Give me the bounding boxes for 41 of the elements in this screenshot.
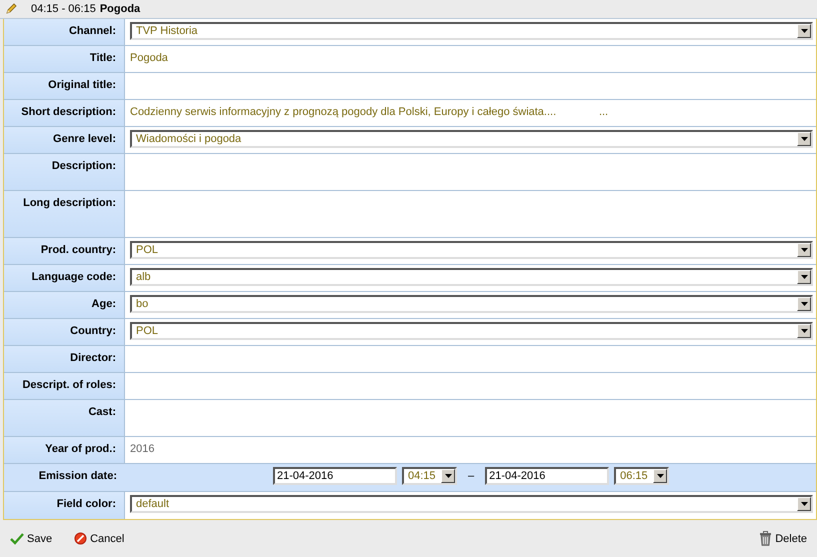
select-field[interactable]: bo bbox=[130, 295, 813, 313]
field-label: Channel: bbox=[68, 25, 116, 37]
field-label: Cast: bbox=[88, 406, 116, 418]
field-label: Director: bbox=[70, 352, 116, 364]
select-field[interactable]: POL bbox=[130, 322, 813, 340]
delete-button[interactable]: Delete bbox=[759, 531, 807, 546]
pencil-icon bbox=[5, 3, 17, 15]
time-select[interactable]: 04:15 bbox=[402, 467, 457, 485]
cancel-button[interactable]: Cancel bbox=[74, 532, 124, 545]
checkmark-icon bbox=[10, 532, 24, 544]
field-label: Genre level: bbox=[53, 133, 116, 145]
date-field[interactable]: 21-04-2016 bbox=[273, 467, 397, 485]
select-field[interactable]: default bbox=[130, 495, 813, 513]
field-label: Prod. country: bbox=[40, 244, 116, 256]
field-label: Year of prod.: bbox=[45, 443, 116, 455]
header-title: Pogoda bbox=[100, 3, 140, 15]
time-select[interactable]: 06:15 bbox=[614, 467, 670, 485]
date-field[interactable]: 21-04-2016 bbox=[485, 467, 610, 485]
field-label: Original title: bbox=[48, 79, 116, 91]
field-value: Codzienny serwis informacyjny z prognozą pogody dla Polski, Europy i całego świata.... ... bbox=[130, 105, 610, 118]
cancel-icon bbox=[74, 532, 88, 545]
field-label: Age: bbox=[92, 298, 116, 310]
field-label: Description: bbox=[52, 160, 116, 172]
field-label: Country: bbox=[70, 325, 116, 337]
field-label: Field color: bbox=[56, 498, 116, 510]
field-label: Language code: bbox=[32, 271, 116, 283]
field-label: Long description: bbox=[23, 197, 116, 209]
field-value: 2016 bbox=[130, 442, 156, 455]
select-field[interactable]: TVP Historia bbox=[130, 22, 813, 40]
header-time: 04:15 - 06:15 bbox=[31, 3, 96, 15]
field-label: Title: bbox=[90, 52, 116, 64]
select-field[interactable]: alb bbox=[130, 268, 813, 286]
select-field[interactable]: POL bbox=[130, 241, 813, 259]
field-value: Pogoda bbox=[130, 51, 169, 64]
select-field[interactable]: Wiadomości i pogoda bbox=[130, 130, 813, 148]
range-separator: – bbox=[467, 470, 476, 482]
field-label: Descript. of roles: bbox=[22, 379, 116, 391]
save-button[interactable]: Save bbox=[10, 532, 52, 544]
trash-icon bbox=[759, 531, 772, 546]
field-label: Emission date: bbox=[38, 470, 117, 482]
field-label: Short description: bbox=[21, 106, 116, 118]
